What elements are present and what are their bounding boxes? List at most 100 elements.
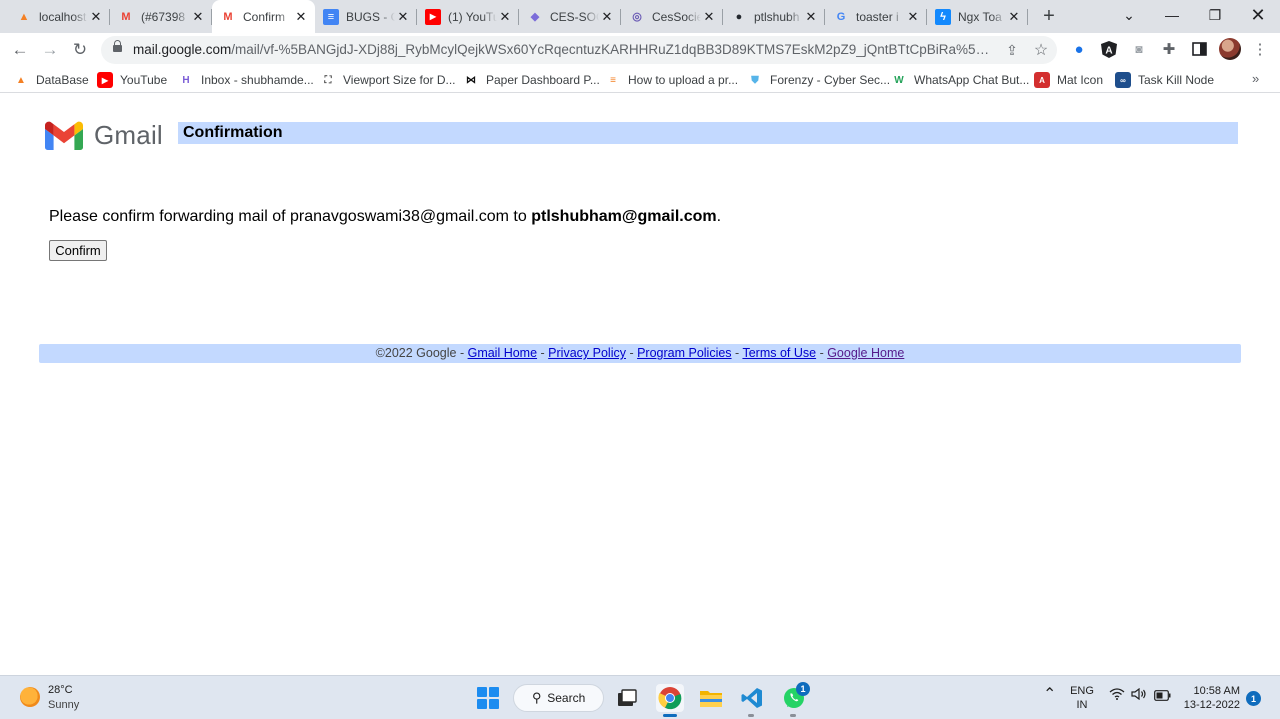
bookmark-label: Forenzy - Cyber Sec... — [770, 73, 891, 87]
back-button[interactable]: ← — [7, 37, 33, 63]
lock-icon[interactable] — [113, 40, 122, 55]
confirmation-header-bar: Confirmation — [178, 122, 1238, 144]
grammar-extension-icon[interactable]: ● — [1069, 39, 1089, 59]
reload-button[interactable]: ↻ — [67, 37, 93, 63]
forward-button[interactable]: → — [37, 37, 63, 63]
terms-of-use-link[interactable]: Terms of Use — [742, 346, 816, 360]
whatsapp-unread-badge: 1 — [796, 682, 810, 696]
browser-tab[interactable]: ϟ Ngx Toa ✕ — [927, 2, 1028, 31]
bookmark-item[interactable]: ⛊ Forenzy - Cyber Sec... — [747, 70, 890, 90]
url-text[interactable]: mail.google.com/mail/vf-%5BANGjdJ-XDj88j… — [133, 42, 993, 57]
restore-button[interactable]: ❐ — [1193, 0, 1237, 30]
gmail-logo[interactable]: Gmail — [45, 120, 163, 151]
browser-tab[interactable]: M Confirm ✕ — [212, 0, 315, 33]
message-suffix: . — [716, 208, 722, 225]
camera-icon[interactable]: ◙ — [1129, 39, 1149, 59]
minimize-button[interactable]: — — [1150, 0, 1194, 30]
battery-icon[interactable] — [1154, 689, 1171, 704]
wifi-icon[interactable] — [1109, 688, 1125, 703]
youtube-icon: ▶ — [97, 72, 113, 88]
address-bar[interactable]: mail.google.com/mail/vf-%5BANGjdJ-XDj88j… — [101, 36, 1057, 64]
vscode-icon[interactable] — [738, 684, 766, 712]
browser-tab[interactable]: ≡ BUGS - G ✕ — [315, 2, 417, 31]
browser-tab[interactable]: ▶ (1) YouTu ✕ — [417, 2, 519, 31]
tab-title: CES-SOC — [550, 9, 599, 24]
file-explorer-icon[interactable] — [697, 684, 725, 712]
taskbar-search-button[interactable]: ⚲ Search — [513, 684, 604, 712]
tab-title: (#67398 — [141, 9, 186, 24]
bookmark-label: Paper Dashboard P... — [486, 73, 600, 87]
bookmark-item[interactable]: ⋈ Paper Dashboard P... — [463, 70, 600, 90]
new-tab-button[interactable]: + — [1037, 4, 1061, 28]
share-icon[interactable]: ⇪ — [1003, 41, 1021, 59]
bookmark-item[interactable]: ▲ DataBase — [13, 70, 89, 90]
bookmark-item[interactable]: ⛶ Viewport Size for D... — [320, 70, 456, 90]
browser-tab[interactable]: Gtoaster i ✕ — [825, 2, 927, 31]
tab-close-icon[interactable]: ✕ — [599, 9, 615, 25]
tab-close-icon[interactable]: ✕ — [803, 9, 819, 25]
task-view-icon[interactable] — [613, 684, 641, 712]
language-indicator[interactable]: ENG IN — [1070, 684, 1094, 712]
close-window-button[interactable]: ✕ — [1236, 0, 1280, 30]
browser-tab[interactable]: ◆ CES-SOC✕ — [519, 2, 621, 31]
tab-close-icon[interactable]: ✕ — [701, 9, 717, 25]
footer-separator: - — [625, 346, 638, 360]
sun-weather-icon[interactable] — [20, 687, 40, 707]
tab-close-icon[interactable]: ✕ — [497, 9, 513, 25]
windows-start-icon[interactable] — [474, 684, 502, 712]
browser-tab[interactable]: ◎ CesSocie ✕ — [621, 2, 723, 31]
side-panel-icon[interactable] — [1189, 39, 1209, 59]
bookmark-item[interactable]: A Mat Icon — [1034, 70, 1103, 90]
windows-taskbar: 28°C Sunny ⚲ Search 1 ⌃ ENG IN 10:58 AM … — [0, 675, 1280, 719]
chrome-taskbar-icon[interactable] — [656, 684, 684, 712]
chrome-menu-icon[interactable]: ⋮ — [1250, 39, 1270, 59]
volume-icon[interactable] — [1131, 687, 1147, 703]
bookmark-label: WhatsApp Chat But... — [914, 73, 1030, 87]
tab-title: CesSocie — [652, 9, 701, 24]
w-logo-icon: W — [894, 74, 904, 86]
notification-count-badge[interactable]: 1 — [1246, 691, 1261, 706]
confirm-button[interactable]: Confirm — [49, 240, 107, 261]
taskbar-search-label: Search — [547, 691, 586, 705]
system-clock[interactable]: 10:58 AM 13-12-2022 — [1180, 684, 1240, 712]
weather-condition[interactable]: Sunny — [48, 699, 79, 711]
tab-title: BUGS - G — [346, 9, 395, 24]
tab-close-icon[interactable]: ✕ — [395, 9, 411, 25]
profile-avatar[interactable] — [1219, 38, 1241, 60]
bookmark-item[interactable]: ∞ Task Kill Node — [1115, 70, 1214, 90]
angular-devtools-icon[interactable]: A — [1099, 39, 1119, 59]
show-hidden-icons-chevron-icon[interactable]: ⌃ — [1043, 684, 1056, 704]
tab-close-icon[interactable]: ✕ — [905, 9, 921, 25]
youtube-icon: ▶ — [425, 8, 441, 25]
tab-close-icon[interactable]: ✕ — [1006, 9, 1022, 25]
clock-date: 13-12-2022 — [1183, 699, 1240, 711]
extensions-puzzle-icon[interactable]: ✚ — [1159, 39, 1179, 59]
tab-search-chevron-icon[interactable]: ⌄ — [1107, 0, 1151, 30]
program-policies-link[interactable]: Program Policies — [637, 346, 731, 360]
tab-strip: ▲ localhost ✕ M (#67398 ✕ M Confirm ✕ ≡ BUGS - G ✕ ▶… — [0, 0, 1280, 33]
shield-icon: ⛊ — [751, 74, 759, 86]
github-icon: ● — [735, 10, 743, 23]
browser-tab[interactable]: ▲ localhost ✕ — [8, 2, 110, 31]
more-bookmarks-chevron-icon[interactable]: » — [1252, 71, 1259, 86]
privacy-policy-link[interactable]: Privacy Policy — [548, 346, 626, 360]
browser-tab[interactable]: ● ptlshubh ✕ — [723, 2, 825, 31]
bookmark-item[interactable]: H Inbox - shubhamde... — [178, 70, 313, 90]
google-home-link[interactable]: Google Home — [827, 346, 904, 360]
gmail-home-link[interactable]: Gmail Home — [468, 346, 537, 360]
tab-close-icon[interactable]: ✕ — [88, 9, 104, 25]
tab-close-icon[interactable]: ✕ — [293, 9, 309, 25]
bookmark-star-icon[interactable]: ☆ — [1032, 41, 1050, 59]
bookmark-item[interactable]: ≡ How to upload a pr... — [605, 70, 738, 90]
tab-close-icon[interactable]: ✕ — [190, 9, 206, 25]
gmail-logo-text: Gmail — [94, 120, 163, 150]
footer-separator: - — [816, 346, 828, 360]
browser-tab[interactable]: M (#67398 ✕ — [110, 2, 212, 31]
database-bookmark-icon: ▲ — [16, 74, 26, 86]
bookmark-item[interactable]: W WhatsApp Chat But... — [891, 70, 1029, 90]
message-text: Please confirm forwarding mail of pranav… — [49, 208, 532, 225]
bookmark-item[interactable]: ▶ YouTube — [97, 70, 167, 90]
tab-title: Ngx Toa — [958, 9, 1002, 24]
forward-target-email: ptlshubham@gmail.com — [531, 208, 717, 225]
weather-temperature[interactable]: 28°C — [48, 684, 73, 696]
